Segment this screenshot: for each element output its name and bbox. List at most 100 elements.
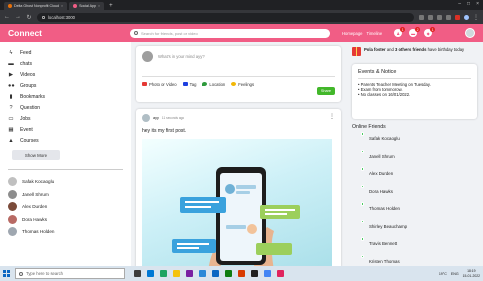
menu-icon[interactable]: ⋮ [473, 14, 479, 21]
taskbar-app-icon[interactable] [277, 270, 284, 277]
language-indicator[interactable]: ENG [451, 272, 459, 276]
taskbar-app-icon[interactable] [225, 270, 232, 277]
close-tab-icon[interactable]: × [98, 4, 100, 8]
sidebar-item-videos[interactable]: ▶ Videos [8, 69, 123, 80]
taskbar-app-icon[interactable] [160, 270, 167, 277]
chat-icon[interactable]: ▬ 2 [409, 27, 421, 37]
tag-option[interactable]: Tag [182, 82, 196, 87]
post-image[interactable] [142, 139, 332, 266]
sidebar-item-feed[interactable]: ϟ Feed [8, 47, 123, 58]
taskbar-search[interactable]: Type here to search [15, 268, 125, 279]
clock[interactable]: 18:19 15-01-2022 [463, 269, 480, 277]
share-box: What's in your mind ayy? Photo or Video … [136, 46, 341, 102]
online-friend-item[interactable]: Janell Shrum [352, 148, 477, 166]
online-friend-item[interactable]: Thomas Holden [352, 200, 477, 218]
windows-taskbar: Type here to search 19°C ENG 18:19 15-01… [0, 266, 483, 281]
show-more-button[interactable]: Show More [12, 150, 60, 160]
extension-icon[interactable] [419, 14, 424, 20]
school-icon: ▲ [8, 137, 14, 144]
search-input[interactable]: Search for friends, post or video [130, 28, 330, 38]
friend-list-item[interactable]: Safak Kocaoglu [8, 176, 123, 189]
taskbar-app-icon[interactable] [251, 270, 258, 277]
taskbar-app-icon[interactable] [238, 270, 245, 277]
taskbar-app-icon[interactable] [199, 270, 206, 277]
friend-name: Safak Kocaoglu [22, 179, 55, 185]
feelings-option[interactable]: Feelings [231, 82, 254, 87]
forward-icon[interactable]: → [15, 14, 21, 20]
profile-icon[interactable] [464, 14, 469, 20]
online-friend-item[interactable]: Shirley Beauchamp [352, 218, 477, 236]
friend-list-item[interactable]: Alex Durden [8, 201, 123, 214]
browser-tab-2[interactable]: Social App × [69, 2, 105, 10]
emoji-icon [231, 82, 237, 86]
sidebar-item-bookmarks[interactable]: ▮ Bookmarks [8, 91, 123, 102]
person-icon[interactable]: ♟ 1 [394, 27, 406, 37]
location-option[interactable]: Location [202, 82, 225, 87]
online-friend-item[interactable]: Kristen Thomas [352, 253, 477, 267]
avatar-wrapper [352, 167, 364, 179]
timeline-link[interactable]: Timeline [367, 31, 383, 36]
sidebar-item-label: Question [20, 104, 41, 111]
online-friend-item[interactable]: Alex Durden [352, 165, 477, 183]
extension-icon[interactable] [437, 14, 442, 20]
close-window-icon[interactable]: × [476, 1, 479, 7]
taskbar-app-icon[interactable] [173, 270, 180, 277]
search-placeholder: Search for friends, post or video [141, 30, 198, 36]
rss-icon: ϟ [9, 49, 13, 56]
share-button[interactable]: Share [316, 87, 335, 95]
bell-icon[interactable]: ◆ 1 [424, 27, 436, 37]
friend-name: Dora Hawks [369, 188, 393, 194]
avatar[interactable] [142, 114, 150, 122]
new-tab-button[interactable]: + [106, 2, 116, 10]
sidebar-item-jobs[interactable]: ▭ Jobs [8, 113, 123, 124]
taskbar-app-icon[interactable] [264, 270, 271, 277]
browser-tab-1[interactable]: Delta Ghost Nonprofit Cloud × [4, 2, 68, 10]
sidebar-item-question[interactable]: ? Question [8, 102, 123, 113]
taskbar-app-icon[interactable] [147, 270, 154, 277]
friend-list-item[interactable]: Thomas Holden [8, 226, 123, 239]
friend-list-item[interactable]: Janell Shrum [8, 188, 123, 201]
minimize-icon[interactable]: – [458, 1, 461, 7]
online-friend-item[interactable]: Safak Kocaoglu [352, 130, 477, 148]
online-status-icon [360, 149, 364, 154]
maximize-icon[interactable]: □ [467, 1, 470, 7]
more-options-icon[interactable]: ⋮ [329, 113, 335, 120]
online-friend-item[interactable]: Travis Bennett [352, 235, 477, 253]
weather-temperature[interactable]: 19°C [439, 272, 447, 276]
photo-video-option[interactable]: Photo or Video [142, 82, 177, 87]
friend-name: Shirley Beauchamp [369, 223, 408, 229]
back-icon[interactable]: ← [4, 14, 10, 20]
app-logo[interactable]: Connect [0, 28, 130, 38]
sidebar-item-groups[interactable]: ●● Groups [8, 80, 123, 91]
url-field[interactable]: localhost:3000 [37, 12, 414, 22]
extension-icon[interactable] [446, 14, 451, 20]
extension-icon[interactable] [455, 14, 460, 20]
taskbar-app-icon[interactable] [212, 270, 219, 277]
event-item: No classes on 16/01/2022. [358, 92, 471, 97]
friend-name: Janell Shrum [369, 153, 395, 159]
extension-icon[interactable] [428, 14, 433, 20]
reload-icon[interactable]: ↻ [26, 14, 32, 21]
share-input[interactable]: What's in your mind ayy? [158, 54, 205, 59]
birthday-others: 3 others friends [394, 47, 427, 52]
avatar-wrapper [352, 132, 364, 144]
online-friend-item[interactable]: Dora Hawks [352, 183, 477, 201]
windows-start-icon[interactable] [3, 270, 10, 277]
homepage-link[interactable]: Homepage [342, 31, 363, 36]
tab-title: Social App [79, 4, 97, 8]
sidebar-item-courses[interactable]: ▲ Courses [8, 135, 123, 146]
avatar-wrapper [352, 202, 364, 214]
taskbar-app-icon[interactable] [134, 270, 141, 277]
online-status-icon [360, 202, 364, 206]
taskbar-app-icon[interactable] [186, 270, 193, 277]
close-tab-icon[interactable]: × [61, 4, 63, 8]
friend-name: Thomas Holden [369, 206, 400, 212]
avatar-wrapper [352, 184, 364, 197]
sidebar-item-event[interactable]: ▦ Event [8, 124, 123, 135]
friend-list-item[interactable]: Dora Hawks [8, 213, 123, 226]
sidebar-item-chats[interactable]: ▬ chats [8, 58, 123, 69]
post-author[interactable]: ayy [153, 116, 159, 120]
profile-avatar[interactable] [465, 28, 475, 38]
notification-badge: 2 [415, 27, 421, 32]
birthday-text: Pola foster and 3 others friends have bi… [364, 47, 464, 52]
